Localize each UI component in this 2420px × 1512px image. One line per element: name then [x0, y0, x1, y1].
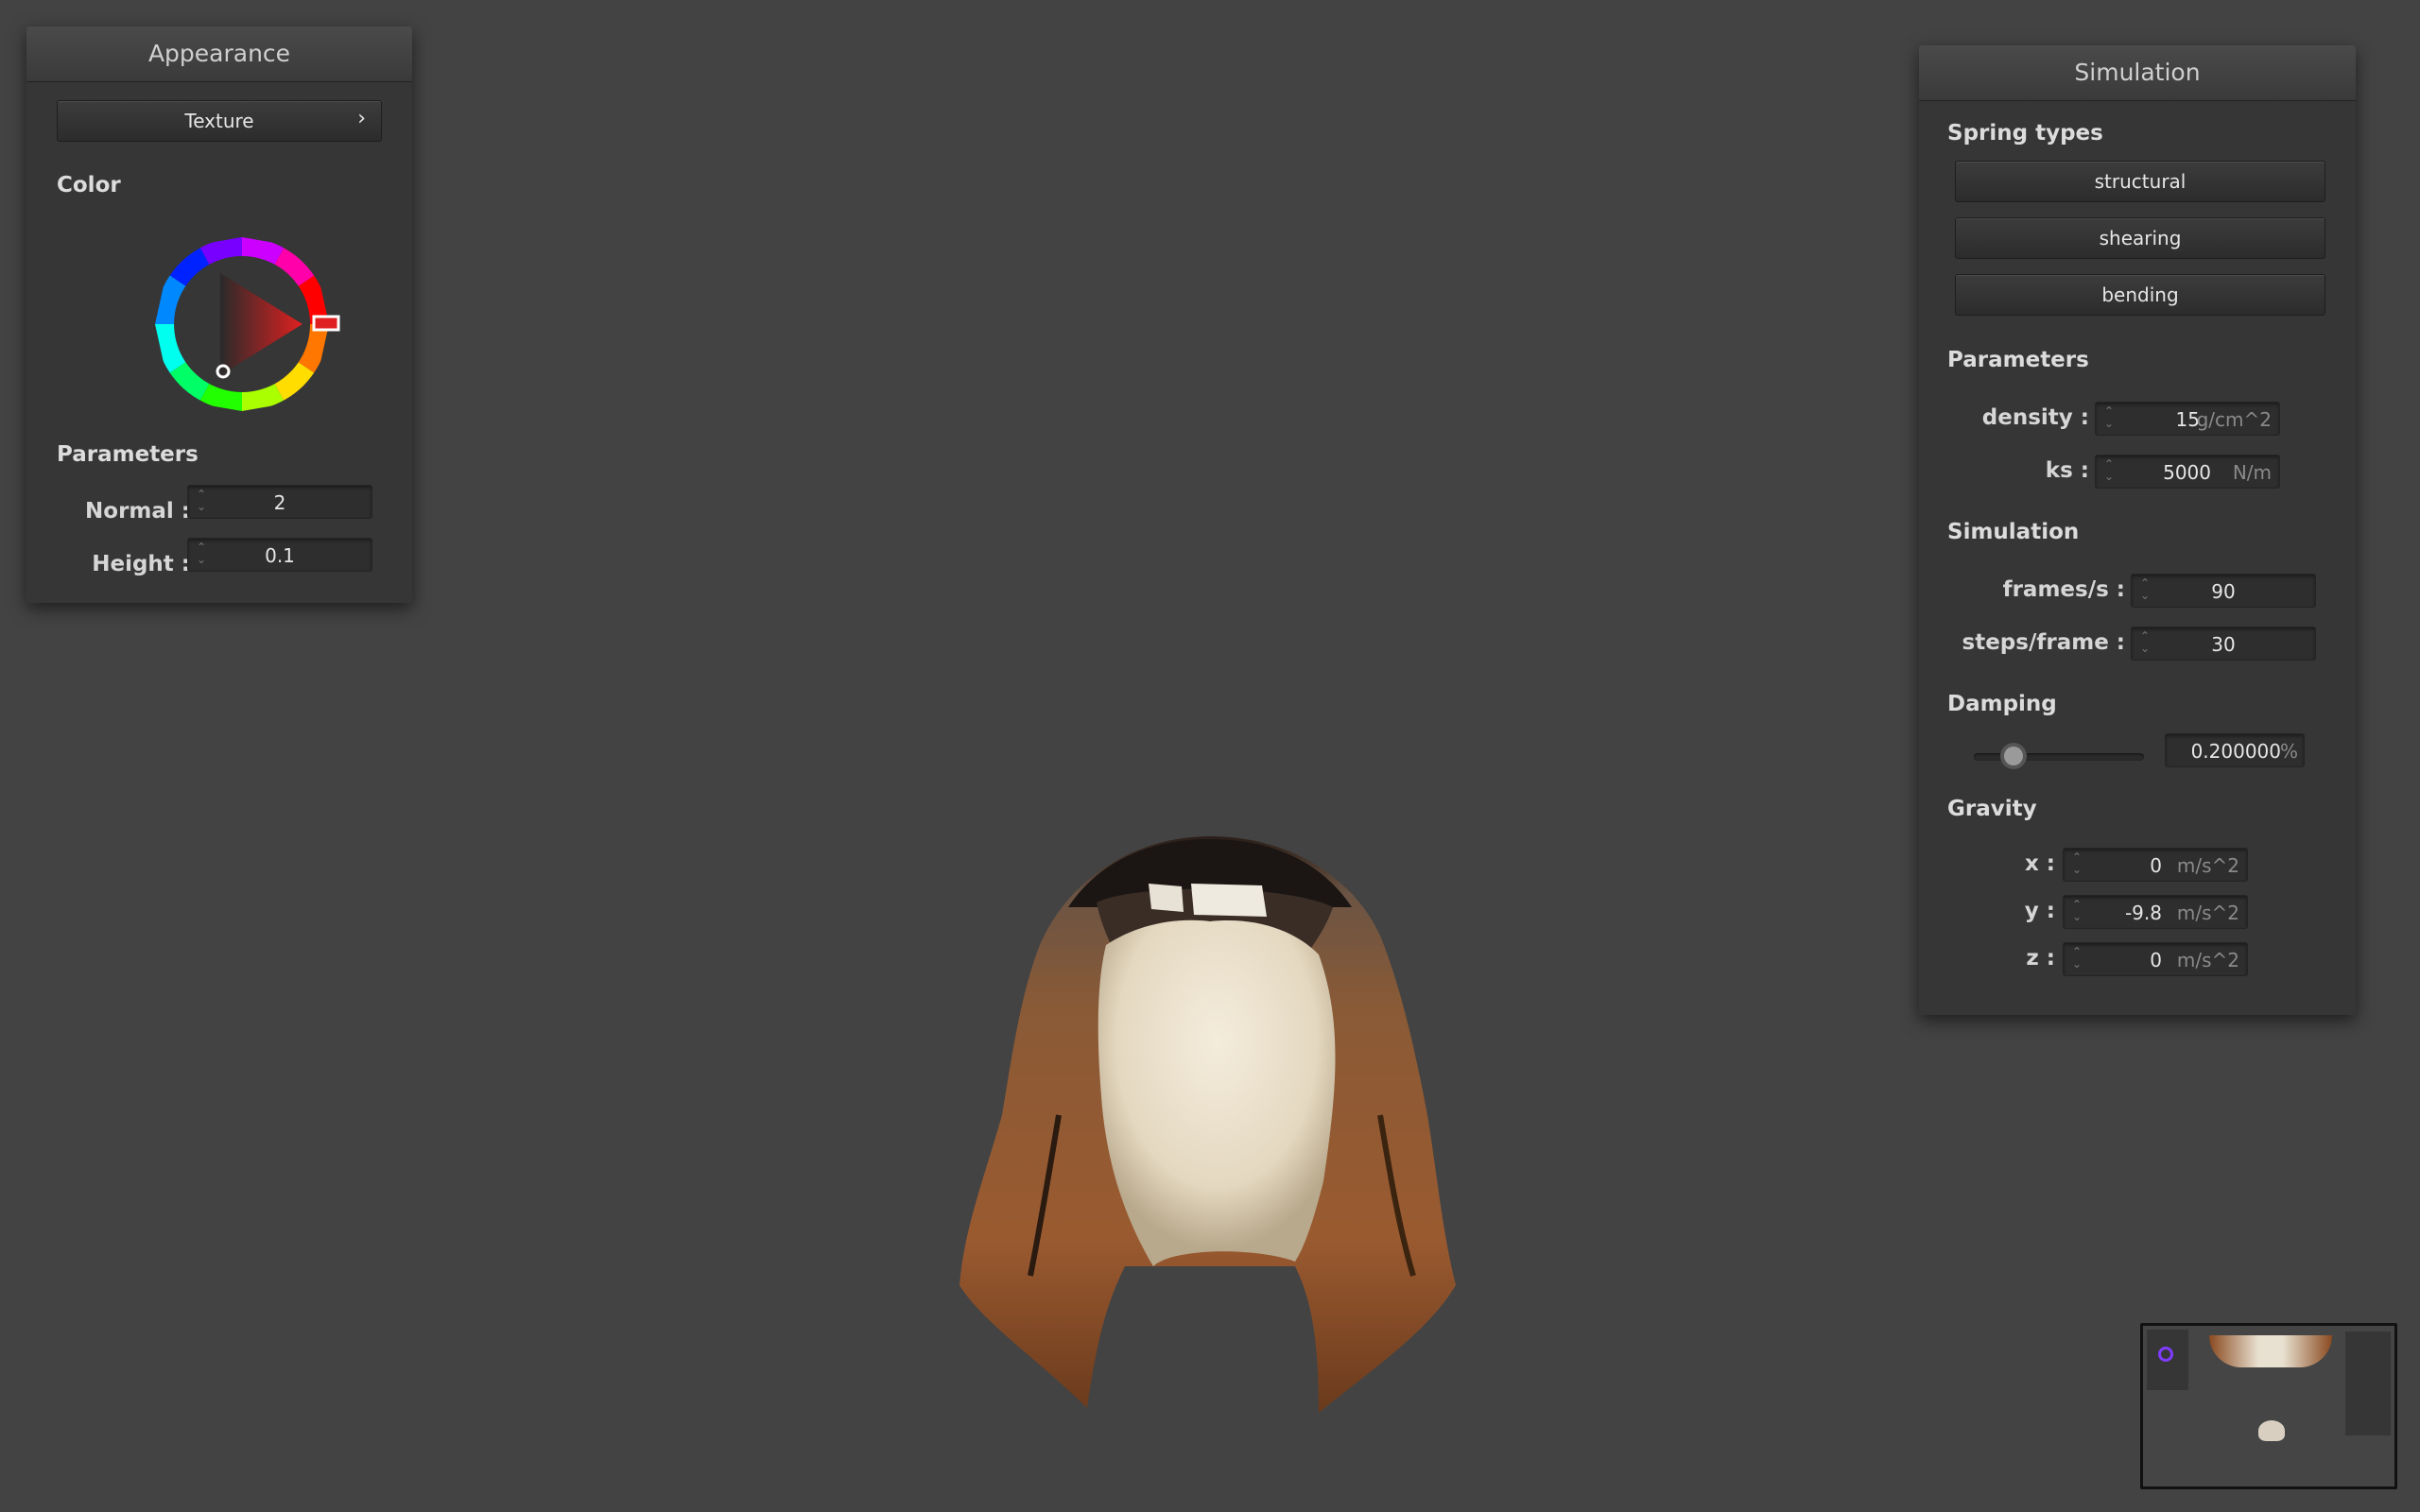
minimap-right-panel: [2345, 1332, 2391, 1435]
damping-unit: %: [2279, 740, 2298, 763]
gravity-z-unit: m/s^2: [2176, 949, 2239, 971]
fps-label: frames/s :: [2002, 577, 2125, 602]
gravity-z-input[interactable]: ⌃ ⌄ 0 m/s^2: [2063, 942, 2248, 976]
height-label: Height :: [92, 552, 190, 576]
minimap-color-wheel-icon: [2158, 1347, 2173, 1362]
spinner-arrows-icon[interactable]: ⌃ ⌄: [2071, 899, 2083, 925]
density-unit: g/cm^2: [2196, 408, 2272, 431]
simulation-title: Simulation: [1919, 45, 2356, 101]
appearance-title: Appearance: [26, 26, 412, 82]
gravity-y-unit: m/s^2: [2176, 902, 2239, 924]
minimap-preview[interactable]: [2140, 1323, 2397, 1489]
damping-value: 0.200000: [2190, 740, 2281, 763]
spring-types-label: Spring types: [1947, 121, 2103, 146]
gravity-y-input[interactable]: ⌃ ⌄ -9.8 m/s^2: [2063, 895, 2248, 929]
height-input[interactable]: ⌃ ⌄ 0.1: [187, 538, 372, 572]
height-value: 0.1: [265, 544, 295, 567]
damping-label: Damping: [1947, 692, 2057, 716]
damping-slider[interactable]: [1974, 745, 2144, 769]
steps-input[interactable]: ⌃ ⌄ 30: [2131, 627, 2316, 661]
steps-value: 30: [2211, 633, 2236, 656]
normal-label: Normal :: [85, 499, 190, 524]
density-input[interactable]: ⌃ ⌄ 15 g/cm^2: [2095, 402, 2280, 436]
appearance-panel: Appearance Texture › Color Parameters No…: [26, 26, 412, 603]
gravity-x-input[interactable]: ⌃ ⌄ 0 m/s^2: [2063, 848, 2248, 882]
sim-parameters-label: Parameters: [1947, 348, 2089, 372]
simulation-panel: Simulation Spring types structural shear…: [1919, 45, 2356, 1015]
hue-marker: [312, 315, 340, 332]
spinner-arrows-icon[interactable]: ⌃ ⌄: [2103, 458, 2115, 485]
fps-input[interactable]: ⌃ ⌄ 90: [2131, 574, 2316, 608]
spinner-arrows-icon[interactable]: ⌃ ⌄: [2071, 946, 2083, 972]
bending-button[interactable]: bending: [1955, 274, 2325, 316]
color-section-label: Color: [57, 173, 121, 198]
cloth-mesh[interactable]: [959, 836, 1456, 1413]
density-label: density :: [1981, 405, 2089, 430]
gravity-y-label: y :: [2024, 899, 2055, 923]
shearing-button[interactable]: shearing: [1955, 217, 2325, 259]
slider-track: [1974, 753, 2144, 761]
gravity-x-value: 0: [2150, 854, 2162, 877]
gravity-z-label: z :: [2026, 946, 2055, 971]
minimap-left-panel: [2147, 1330, 2188, 1390]
gravity-y-value: -9.8: [2124, 902, 2162, 924]
saturation-triangle: [220, 273, 302, 375]
color-wheel[interactable]: [138, 220, 346, 428]
simulation-section-label: Simulation: [1947, 520, 2080, 544]
gravity-x-label: x :: [2024, 851, 2055, 876]
minimap-cloth: [2258, 1420, 2285, 1441]
texture-button[interactable]: Texture ›: [57, 100, 382, 142]
structural-button[interactable]: structural: [1955, 161, 2325, 202]
normal-value: 2: [273, 491, 286, 514]
ks-value: 5000: [2163, 461, 2211, 484]
minimap-cloth-top: [2209, 1335, 2332, 1367]
normal-input[interactable]: ⌃ ⌄ 2: [187, 485, 372, 519]
ks-label: ks :: [2045, 458, 2089, 483]
ks-unit: N/m: [2232, 461, 2272, 484]
gravity-label: Gravity: [1947, 797, 2037, 821]
steps-label: steps/frame :: [1962, 630, 2125, 655]
damping-input[interactable]: 0.200000 %: [2165, 733, 2305, 767]
ks-input[interactable]: ⌃ ⌄ 5000 N/m: [2095, 455, 2280, 489]
texture-button-label: Texture: [184, 110, 254, 132]
gravity-z-value: 0: [2150, 949, 2162, 971]
slider-handle[interactable]: [2004, 747, 2023, 765]
appearance-parameters-label: Parameters: [57, 442, 199, 467]
gravity-x-unit: m/s^2: [2176, 854, 2239, 877]
fps-value: 90: [2211, 580, 2236, 603]
chevron-right-icon: ›: [357, 107, 366, 130]
spinner-arrows-icon[interactable]: ⌃ ⌄: [2071, 851, 2083, 878]
spinner-arrows-icon[interactable]: ⌃ ⌄: [2103, 405, 2115, 432]
